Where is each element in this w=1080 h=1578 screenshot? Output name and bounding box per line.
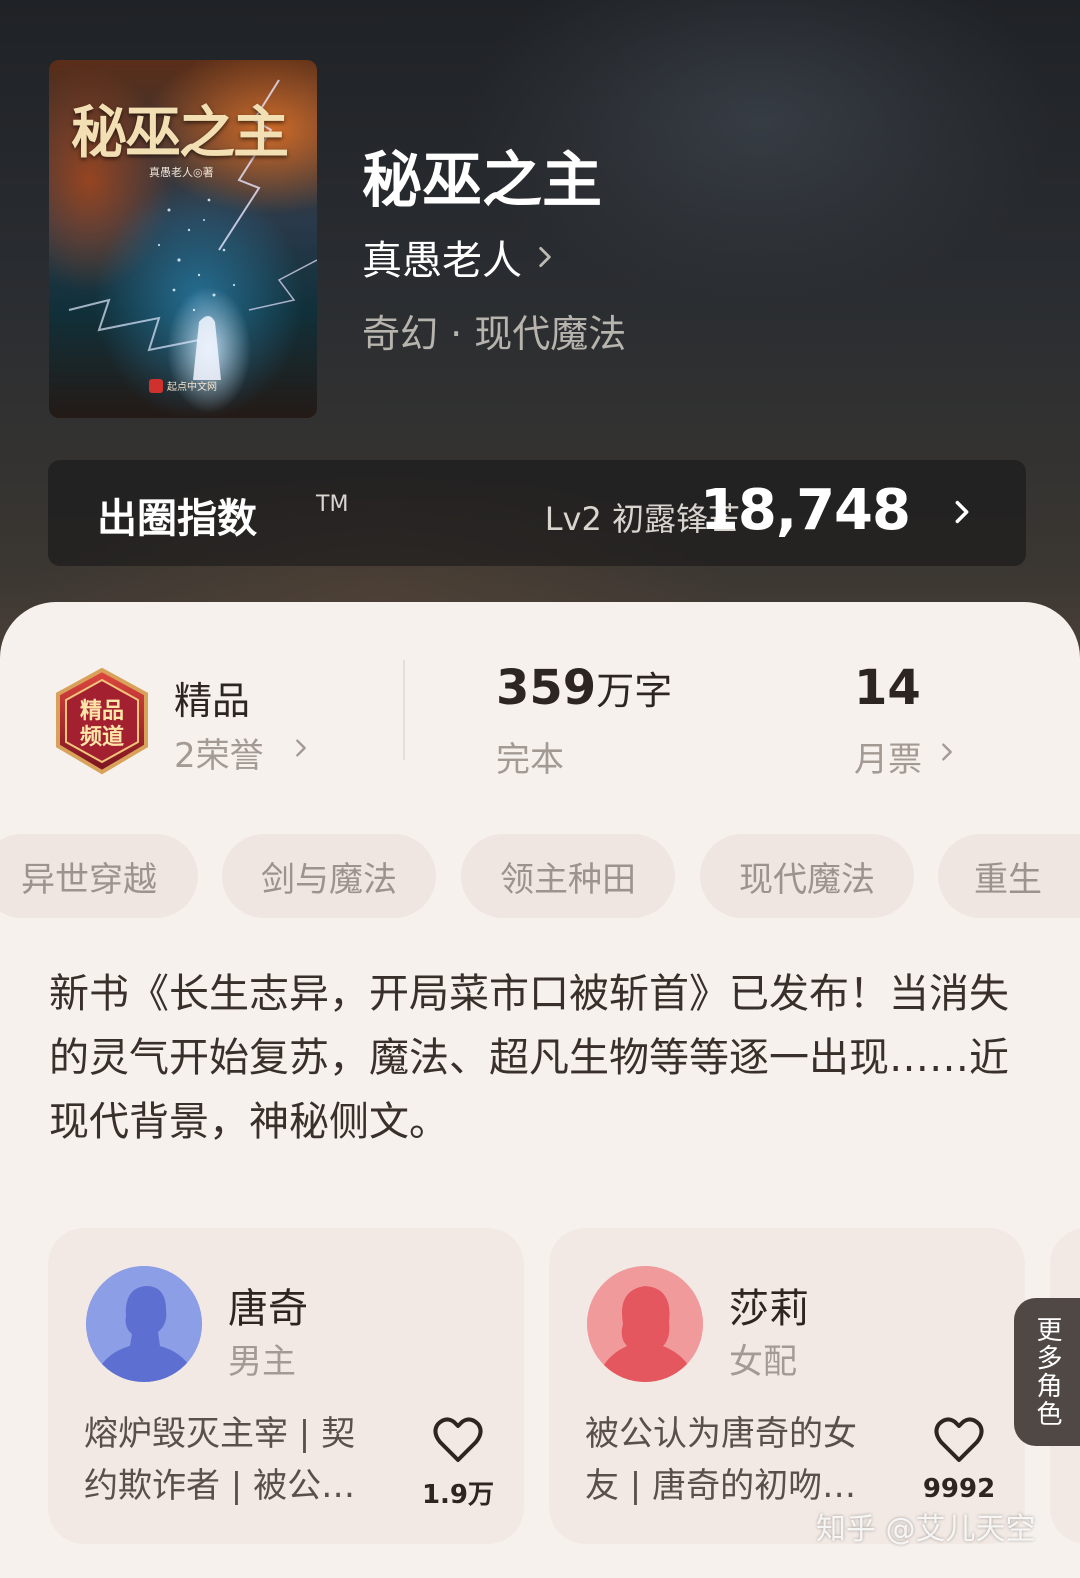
honor-count[interactable]: 2荣誉 (174, 728, 264, 777)
tag-chip[interactable]: 剑与魔法 (222, 834, 436, 918)
cover-publisher: 起点中文网 (167, 382, 217, 393)
chevron-right-icon (955, 500, 969, 524)
cover-title: 秘巫之主 (71, 100, 289, 166)
avatar (86, 1266, 202, 1382)
tag-chip[interactable]: 现代魔法 (700, 834, 914, 918)
heart-icon[interactable] (432, 1416, 484, 1464)
index-trademark: TM (316, 492, 349, 517)
more-roles-button[interactable]: 更多角色 (1014, 1298, 1080, 1446)
premium-badge-icon[interactable]: 精品 频道 (52, 668, 152, 776)
book-intro[interactable]: 新书《长生志异，开局菜市口被斩首》已发布！当消失的灵气开始复苏，魔法、超凡生物等… (49, 962, 1029, 1154)
book-genre: 奇幻 · 现代魔法 (362, 312, 627, 356)
book-detail-card: 精品 频道 精品 2荣誉 359万字 完本 14 月票 异世穿越 剑与魔法 领主… (0, 602, 1080, 1578)
like-count: 9992 (922, 1474, 996, 1504)
badge-title: 精品 (174, 679, 251, 723)
word-count-number: 359 (496, 660, 597, 716)
completion-status: 完本 (496, 740, 564, 780)
cover-author: 真愚老人◎著 (149, 166, 214, 179)
role-description: 熔炉毁灭主宰 | 契约欺诈者 | 被公… (84, 1414, 356, 1506)
author-link[interactable]: 真愚老人 (362, 232, 558, 284)
female-silhouette-icon (587, 1266, 703, 1382)
role-name: 莎莉 (729, 1286, 809, 1332)
role-name: 唐奇 (228, 1286, 308, 1332)
monthly-ticket-label[interactable]: 月票 (854, 732, 922, 781)
stat-divider (403, 660, 405, 760)
popularity-index-bar[interactable]: 出圈指数 TM Lv2 初露锋芒 18,748 (48, 460, 1026, 566)
index-label: 出圈指数 (97, 496, 257, 542)
role-card[interactable]: 唐奇 男主 熔炉毁灭主宰 | 契约欺诈者 | 被公… 1.9万 (48, 1228, 524, 1544)
male-silhouette-icon (86, 1266, 202, 1382)
word-count-unit: 万字 (596, 669, 673, 713)
role-card[interactable]: 莎莉 女配 被公认为唐奇的女友 | 唐奇的初吻… 9992 (549, 1228, 1025, 1544)
tag-chip[interactable]: 重生 (938, 834, 1080, 918)
tag-chip[interactable]: 异世穿越 (0, 834, 198, 918)
heart-icon[interactable] (933, 1416, 985, 1464)
svg-text:精品: 精品 (80, 698, 124, 724)
svg-text:频道: 频道 (80, 724, 124, 750)
tag-chip[interactable]: 领主种田 (461, 834, 675, 918)
author-name: 真愚老人 (362, 238, 522, 284)
book-header: 秘巫之主 真愚老人◎著 起点中文网 秘巫之主 真愚老人 奇幻 · 现代魔法 出圈… (0, 0, 1080, 660)
role-type: 男主 (228, 1342, 296, 1382)
avatar (587, 1266, 703, 1382)
like-count: 1.9万 (421, 1480, 495, 1510)
chevron-right-icon (539, 246, 551, 268)
word-count: 359万字 (496, 660, 672, 716)
index-value: 18,748 (699, 478, 911, 543)
tag-list: 异世穿越 剑与魔法 领主种田 现代魔法 重生 (0, 834, 1080, 918)
book-title: 秘巫之主 (362, 146, 602, 216)
role-type: 女配 (729, 1342, 797, 1382)
publisher-icon (149, 378, 163, 393)
chevron-right-icon (296, 739, 306, 757)
monthly-ticket-count: 14 (854, 660, 921, 716)
book-cover[interactable]: 秘巫之主 真愚老人◎著 起点中文网 (49, 60, 317, 418)
cover-publisher-logo: 起点中文网 (149, 378, 217, 393)
role-description: 被公认为唐奇的女友 | 唐奇的初吻… (585, 1414, 857, 1506)
watermark: 知乎 @艾儿天空 (816, 1512, 1036, 1547)
chevron-right-icon (942, 743, 952, 761)
